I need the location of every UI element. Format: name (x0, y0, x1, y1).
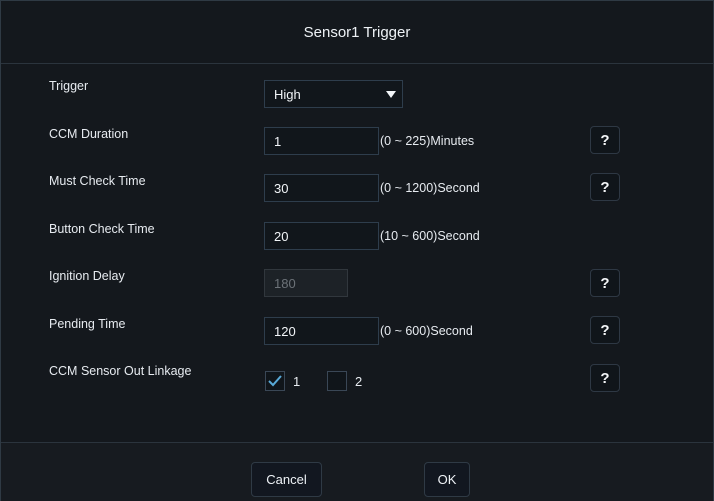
button-check-time-value: 20 (274, 228, 289, 244)
must-check-time-range: (0 ~ 1200)Second (380, 181, 480, 195)
linkage-2-label: 2 (355, 374, 363, 389)
dialog-title-bar: Sensor1 Trigger (1, 1, 713, 64)
dialog-title: Sensor1 Trigger (303, 23, 411, 41)
button-check-time-input[interactable]: 20 (264, 222, 379, 250)
dialog-footer: Cancel OK (1, 442, 713, 501)
pending-time-value: 120 (274, 323, 296, 339)
dialog-content: Trigger High CCM Duration 1 (0 ~ 225)Min… (1, 64, 713, 442)
ok-button[interactable]: OK (424, 462, 470, 497)
trigger-select[interactable]: High (264, 80, 403, 108)
button-check-time-range: (10 ~ 600)Second (380, 229, 480, 243)
ccm-duration-range: (0 ~ 225)Minutes (380, 134, 475, 148)
ignition-delay-label: Ignition Delay (49, 269, 125, 283)
ccm-duration-label: CCM Duration (49, 127, 129, 141)
pending-time-input[interactable]: 120 (264, 317, 379, 345)
linkage-2-checkbox[interactable] (327, 371, 347, 391)
linkage-1-checkbox[interactable] (265, 371, 285, 391)
ignition-delay-help-icon[interactable]: ? (590, 269, 620, 297)
must-check-time-value: 30 (274, 180, 289, 196)
ccm-duration-help-icon[interactable]: ? (590, 126, 620, 154)
trigger-label: Trigger (49, 79, 89, 93)
dropdown-arrow-icon (386, 91, 396, 98)
ignition-delay-value: 180 (274, 275, 296, 291)
ccm-duration-value: 1 (274, 133, 282, 149)
button-check-time-label: Button Check Time (49, 222, 155, 236)
pending-time-range: (0 ~ 600)Second (380, 324, 473, 338)
ccm-duration-input[interactable]: 1 (264, 127, 379, 155)
trigger-select-value: High (274, 86, 301, 102)
linkage-help-icon[interactable]: ? (590, 364, 620, 392)
ignition-delay-input: 180 (264, 269, 348, 297)
must-check-time-help-icon[interactable]: ? (590, 173, 620, 201)
checkmark-icon (268, 375, 282, 387)
ccm-sensor-out-linkage-label: CCM Sensor Out Linkage (49, 364, 192, 378)
must-check-time-label: Must Check Time (49, 174, 146, 188)
must-check-time-input[interactable]: 30 (264, 174, 379, 202)
pending-time-label: Pending Time (49, 317, 126, 331)
cancel-button[interactable]: Cancel (251, 462, 322, 497)
pending-time-help-icon[interactable]: ? (590, 316, 620, 344)
sensor-trigger-dialog: Sensor1 Trigger Trigger High CCM Duratio… (0, 0, 714, 501)
linkage-1-label: 1 (293, 374, 301, 389)
